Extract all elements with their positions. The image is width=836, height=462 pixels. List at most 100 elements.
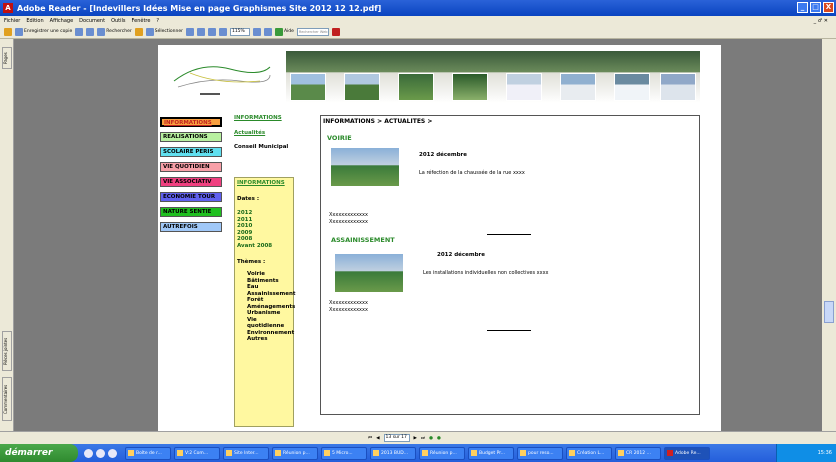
email-icon <box>86 27 95 36</box>
section-title-voirie: VOIRIE <box>327 134 352 142</box>
word-icon <box>569 450 575 456</box>
attachments-tab[interactable]: Pièces jointes <box>2 331 12 371</box>
clock[interactable]: 15:36 <box>818 450 832 456</box>
taskbar-item-active[interactable]: Adobe Re... <box>664 446 710 460</box>
magnifier-icon <box>196 27 205 36</box>
conseil-municipal-link[interactable]: Conseil Municipal <box>234 144 294 150</box>
zoom-in-button[interactable] <box>252 27 261 36</box>
snapshot-button[interactable] <box>185 27 194 36</box>
taskbar-item[interactable]: Budget Pr... <box>468 446 514 460</box>
comments-tab[interactable]: Commentaires <box>2 377 12 421</box>
page-number-field[interactable]: 13 sur 17 <box>383 434 410 442</box>
taskbar-item[interactable]: Réunion p... <box>272 446 318 460</box>
menu-edition[interactable]: Edition <box>26 18 43 24</box>
nav-vie-associativ[interactable]: VIE ASSOCIATIV <box>160 177 222 187</box>
hand-tool-button[interactable] <box>134 27 143 36</box>
save-icon <box>15 27 23 36</box>
nav-autrefois[interactable]: AUTREFOIS <box>160 222 222 232</box>
theme-link[interactable]: Autres <box>237 336 291 343</box>
prev-page-icon[interactable]: ◀ <box>376 436 379 441</box>
forward-icon[interactable]: ● <box>437 436 441 441</box>
first-page-icon[interactable]: ⏮ <box>368 435 372 441</box>
back-icon[interactable]: ● <box>429 436 433 441</box>
taskbar-item[interactable]: pour reso... <box>517 446 563 460</box>
last-page-icon[interactable]: ⏭ <box>421 435 425 441</box>
taskbar-item[interactable]: CR 2012 ... <box>615 446 661 460</box>
save-copy-button[interactable]: Enregistrer une copie <box>15 27 72 36</box>
nav-realisations[interactable]: REALISATIONS <box>160 132 222 142</box>
minimize-button[interactable]: _ <box>797 2 808 13</box>
taskbar-item[interactable]: 5 Micro... <box>321 446 367 460</box>
nav-vie-quotidien[interactable]: VIE QUOTIDIEN <box>160 162 222 172</box>
menu-affichage[interactable]: Affichage <box>50 18 74 24</box>
taskbar-item[interactable]: 2013 BUD... <box>370 446 416 460</box>
start-button[interactable]: démarrer <box>0 444 78 462</box>
taskbar-item[interactable]: V:2 Com... <box>174 446 220 460</box>
excel-icon <box>422 450 428 456</box>
content-panel: INFORMATIONS > ACTUALITES > VOIRIE 2012 … <box>320 115 700 415</box>
menu-fichier[interactable]: Fichier <box>4 18 20 24</box>
excel-icon <box>373 450 379 456</box>
close-button[interactable]: X <box>823 2 834 13</box>
email-button[interactable] <box>86 27 95 36</box>
quicklaunch-icon[interactable] <box>108 448 117 458</box>
binoculars-icon <box>97 27 106 36</box>
yahoo-button[interactable] <box>331 27 340 36</box>
print-button[interactable] <box>75 27 84 36</box>
window-titlebar: A Adobe Reader - [Indevillers Idées Mise… <box>0 0 836 16</box>
fit-page-button[interactable] <box>207 27 216 36</box>
system-tray: 15:36 <box>776 444 836 462</box>
pages-tab[interactable]: Pages <box>2 47 12 69</box>
maximize-button[interactable]: □ <box>810 2 821 13</box>
zoom-level-input[interactable]: 115% <box>229 27 250 36</box>
placeholder-text: Xxxxxxxxxxxxx <box>329 300 368 306</box>
nav-nature-sentie[interactable]: NATURE SENTIE <box>160 207 222 217</box>
page-icon <box>207 27 216 36</box>
themes-label: Thèmes : <box>237 259 266 265</box>
taskbar-item-label: Site Inter... <box>234 450 259 456</box>
banner-photo <box>614 73 650 101</box>
quicklaunch-icon[interactable] <box>96 448 105 458</box>
select-tool-button[interactable]: Sélectionner <box>145 27 183 36</box>
menu-outils[interactable]: Outils <box>111 18 125 24</box>
taskbar-item[interactable]: Création L... <box>566 446 612 460</box>
web-search-input[interactable]: Rechercher Web <box>296 27 329 36</box>
sub-nav-title[interactable]: INFORMATIONS <box>234 115 294 121</box>
document-area[interactable]: INFORMATIONS REALISATIONS SCOLAIRE PERIS… <box>14 39 822 431</box>
actualites-link[interactable]: Actualités <box>234 130 294 136</box>
nav-informations[interactable]: INFORMATIONS <box>160 117 222 127</box>
next-page-icon[interactable]: ▶ <box>414 436 417 441</box>
year-link[interactable]: Avant 2008 <box>237 243 291 250</box>
nav-scolaire-peris[interactable]: SCOLAIRE PERIS <box>160 147 222 157</box>
quicklaunch-icon[interactable] <box>84 448 93 458</box>
folder-icon <box>275 450 281 456</box>
rotate-button[interactable] <box>263 27 272 36</box>
printer-icon <box>75 27 84 36</box>
field-photo <box>335 254 403 292</box>
search-button[interactable]: Rechercher <box>97 27 132 36</box>
help-label: Aide <box>283 29 294 34</box>
menu-document[interactable]: Document <box>79 18 105 24</box>
menu-fenetre[interactable]: Fenêtre <box>132 18 151 24</box>
cursor-icon <box>145 27 154 36</box>
news-text: La réfection de la chaussée de la rue xx… <box>419 170 525 176</box>
scrollbar-thumb[interactable] <box>824 301 834 323</box>
banner-photo <box>452 73 488 101</box>
zoom-tool-button[interactable] <box>196 27 205 36</box>
nav-economie-tour[interactable]: ECONOMIE TOUR <box>160 192 222 202</box>
navigation-panel: Pages Pièces jointes Commentaires <box>0 39 14 431</box>
placeholder-text: Xxxxxxxxxxxxx <box>329 219 368 225</box>
taskbar-item[interactable]: Site Inter... <box>223 446 269 460</box>
document-window-controls[interactable]: _ ♂ ✕ <box>814 18 828 24</box>
open-button[interactable] <box>4 27 12 36</box>
breadcrumb: INFORMATIONS > ACTUALITES > <box>323 118 433 125</box>
help-button[interactable]: Aide <box>274 27 294 36</box>
filter-panel-title[interactable]: INFORMATIONS <box>237 180 291 186</box>
vertical-scrollbar[interactable] <box>822 39 836 431</box>
taskbar: démarrer Boîte de r... V:2 Com... Site I… <box>0 444 836 462</box>
menu-help[interactable]: ? <box>156 18 159 24</box>
taskbar-item[interactable]: Réunion p... <box>419 446 465 460</box>
theme-link[interactable]: Vie quotidienne <box>237 317 291 330</box>
zoom-out-button[interactable] <box>218 27 227 36</box>
taskbar-item[interactable]: Boîte de r... <box>125 446 171 460</box>
